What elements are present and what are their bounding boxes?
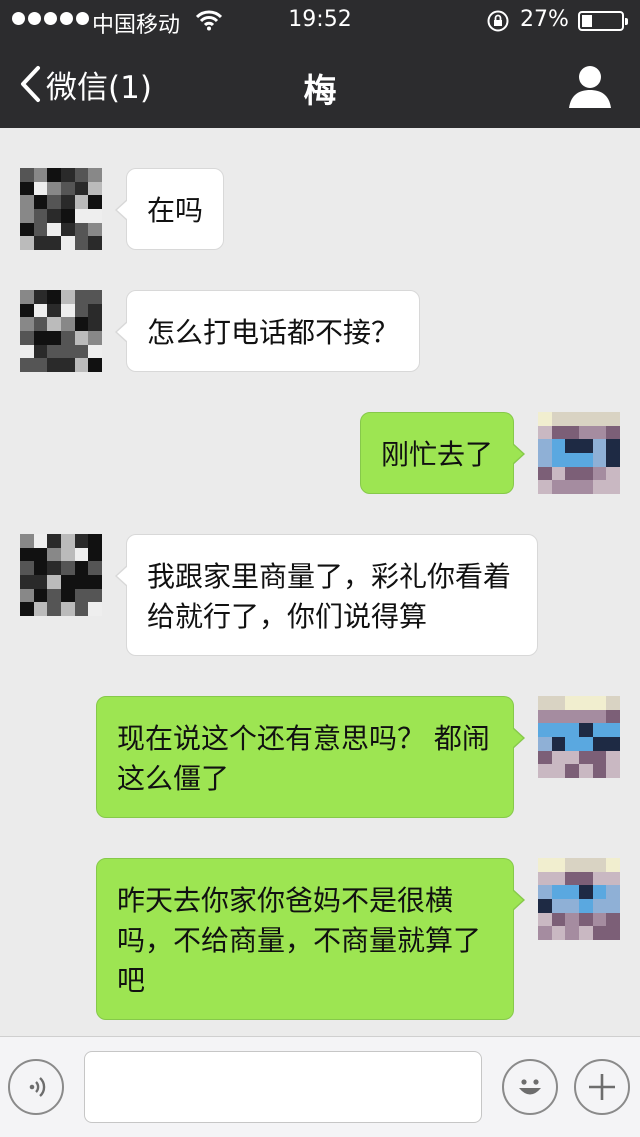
- contact-avatar[interactable]: [20, 290, 102, 372]
- input-toolbar: [0, 1036, 640, 1137]
- user-avatar[interactable]: [538, 412, 620, 494]
- contact-avatar[interactable]: [20, 168, 102, 250]
- emoji-icon: [519, 1079, 541, 1095]
- voice-icon: [29, 1077, 46, 1097]
- status-bar: 中国移动 19:52 27%: [0, 0, 640, 40]
- battery-level-fill: [582, 15, 592, 27]
- voice-button[interactable]: [8, 1059, 64, 1115]
- person-icon: [569, 66, 611, 108]
- top-bar: 中国移动 19:52 27% 微信(1) 梅: [0, 0, 640, 128]
- emoji-button[interactable]: [502, 1059, 558, 1115]
- message-bubble-incoming[interactable]: 我跟家里商量了，彩礼你看着给就行了，你们说得算: [115, 534, 538, 656]
- message-input[interactable]: [84, 1051, 482, 1123]
- rotation-lock-icon: [486, 9, 510, 39]
- user-avatar[interactable]: [538, 696, 620, 778]
- chat-title: 梅: [303, 71, 337, 110]
- message-bubble-outgoing[interactable]: 现在说这个还有意思吗？ 都闹这么僵了: [96, 696, 525, 818]
- message-bubble-incoming[interactable]: 在吗: [115, 168, 224, 250]
- message-bubble-outgoing[interactable]: 刚忙去了: [360, 412, 525, 494]
- user-avatar[interactable]: [538, 858, 620, 940]
- battery-icon: [578, 11, 628, 31]
- message-bubble-outgoing[interactable]: 昨天去你家你爸妈不是很横吗，不给商量，不商量就算了吧: [96, 858, 525, 1020]
- more-button[interactable]: [574, 1059, 630, 1115]
- contact-avatar[interactable]: [20, 534, 102, 616]
- nav-bar: 微信(1) 梅: [0, 40, 640, 128]
- plus-icon: [589, 1074, 615, 1100]
- message-bubble-incoming[interactable]: 怎么打电话都不接？: [115, 290, 420, 372]
- profile-button[interactable]: [566, 62, 614, 110]
- battery-percent: 27%: [520, 7, 569, 32]
